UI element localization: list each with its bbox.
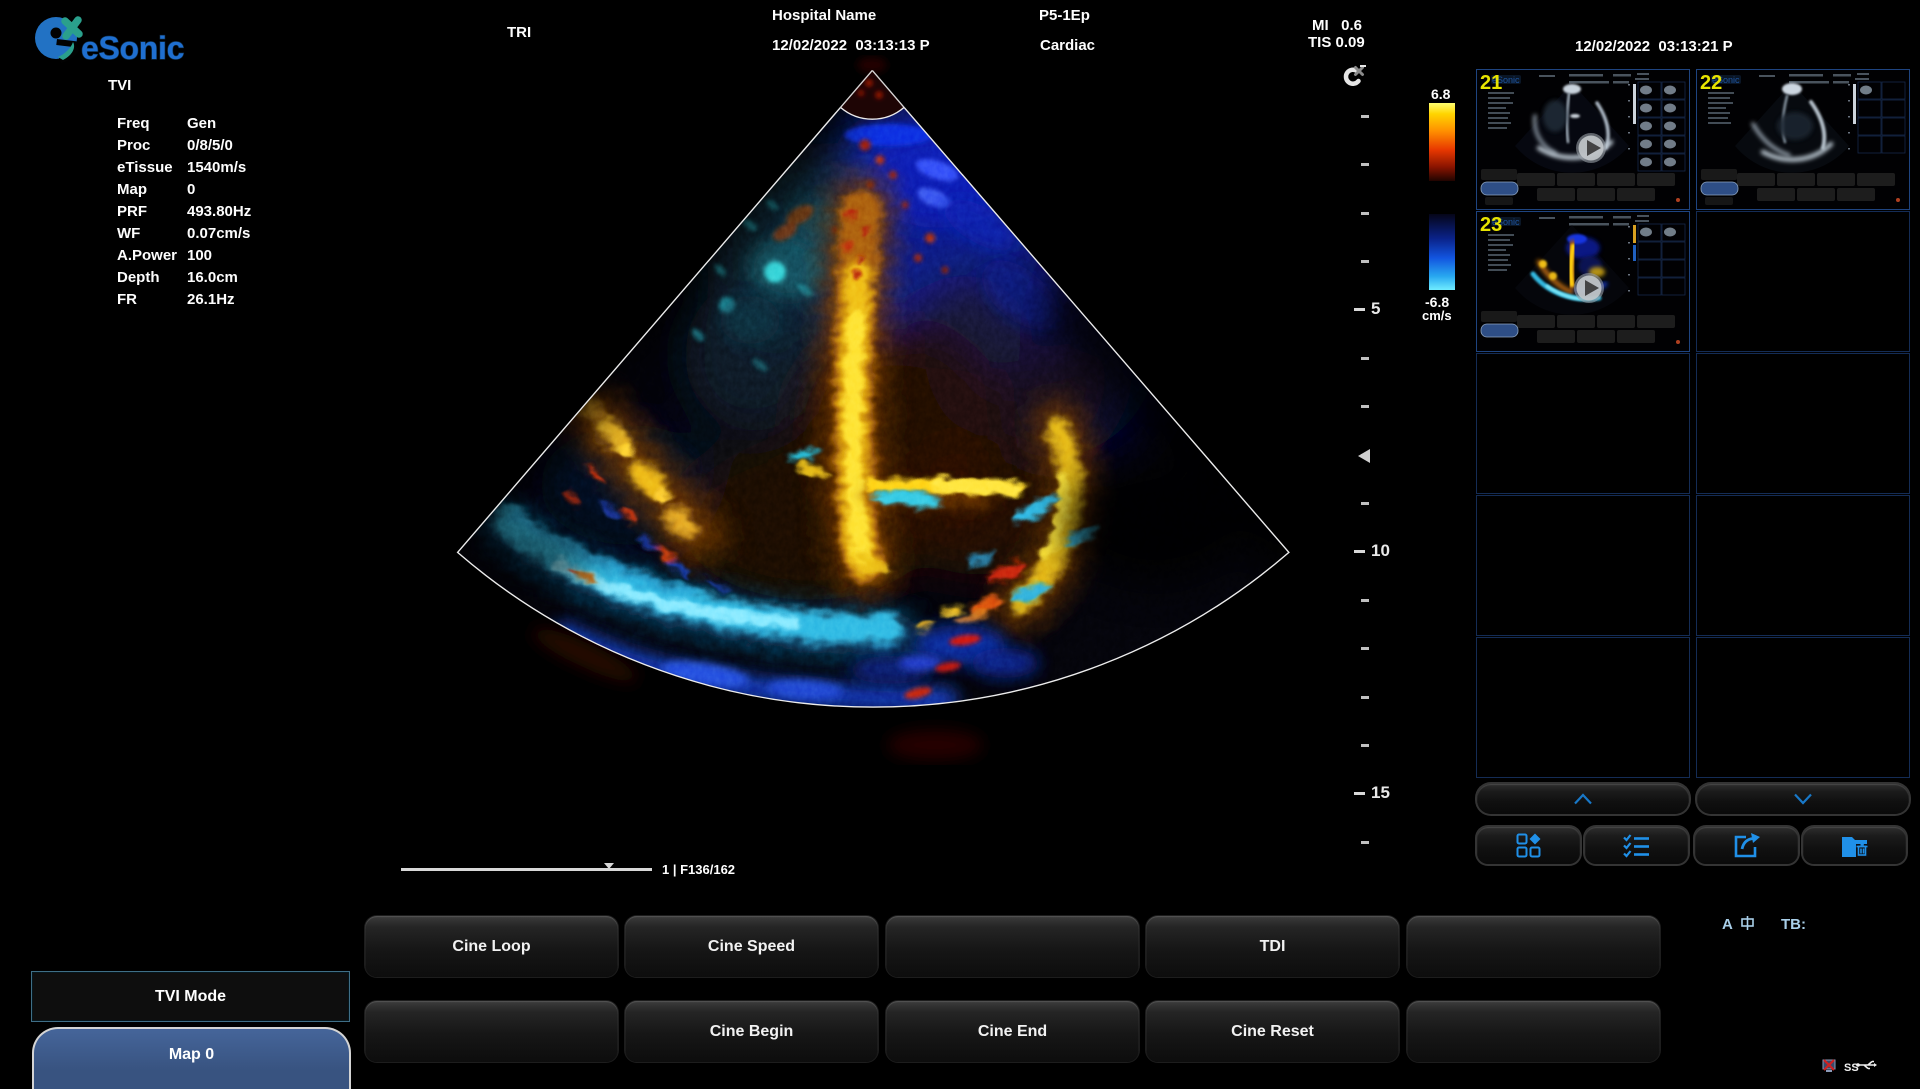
svg-text:21: 21 (1480, 72, 1502, 94)
svg-text:SS: SS (1844, 1062, 1859, 1074)
svg-text:23: 23 (1480, 214, 1502, 236)
svg-text:22: 22 (1700, 72, 1722, 94)
svg-text:eSonic: eSonic (81, 30, 184, 66)
